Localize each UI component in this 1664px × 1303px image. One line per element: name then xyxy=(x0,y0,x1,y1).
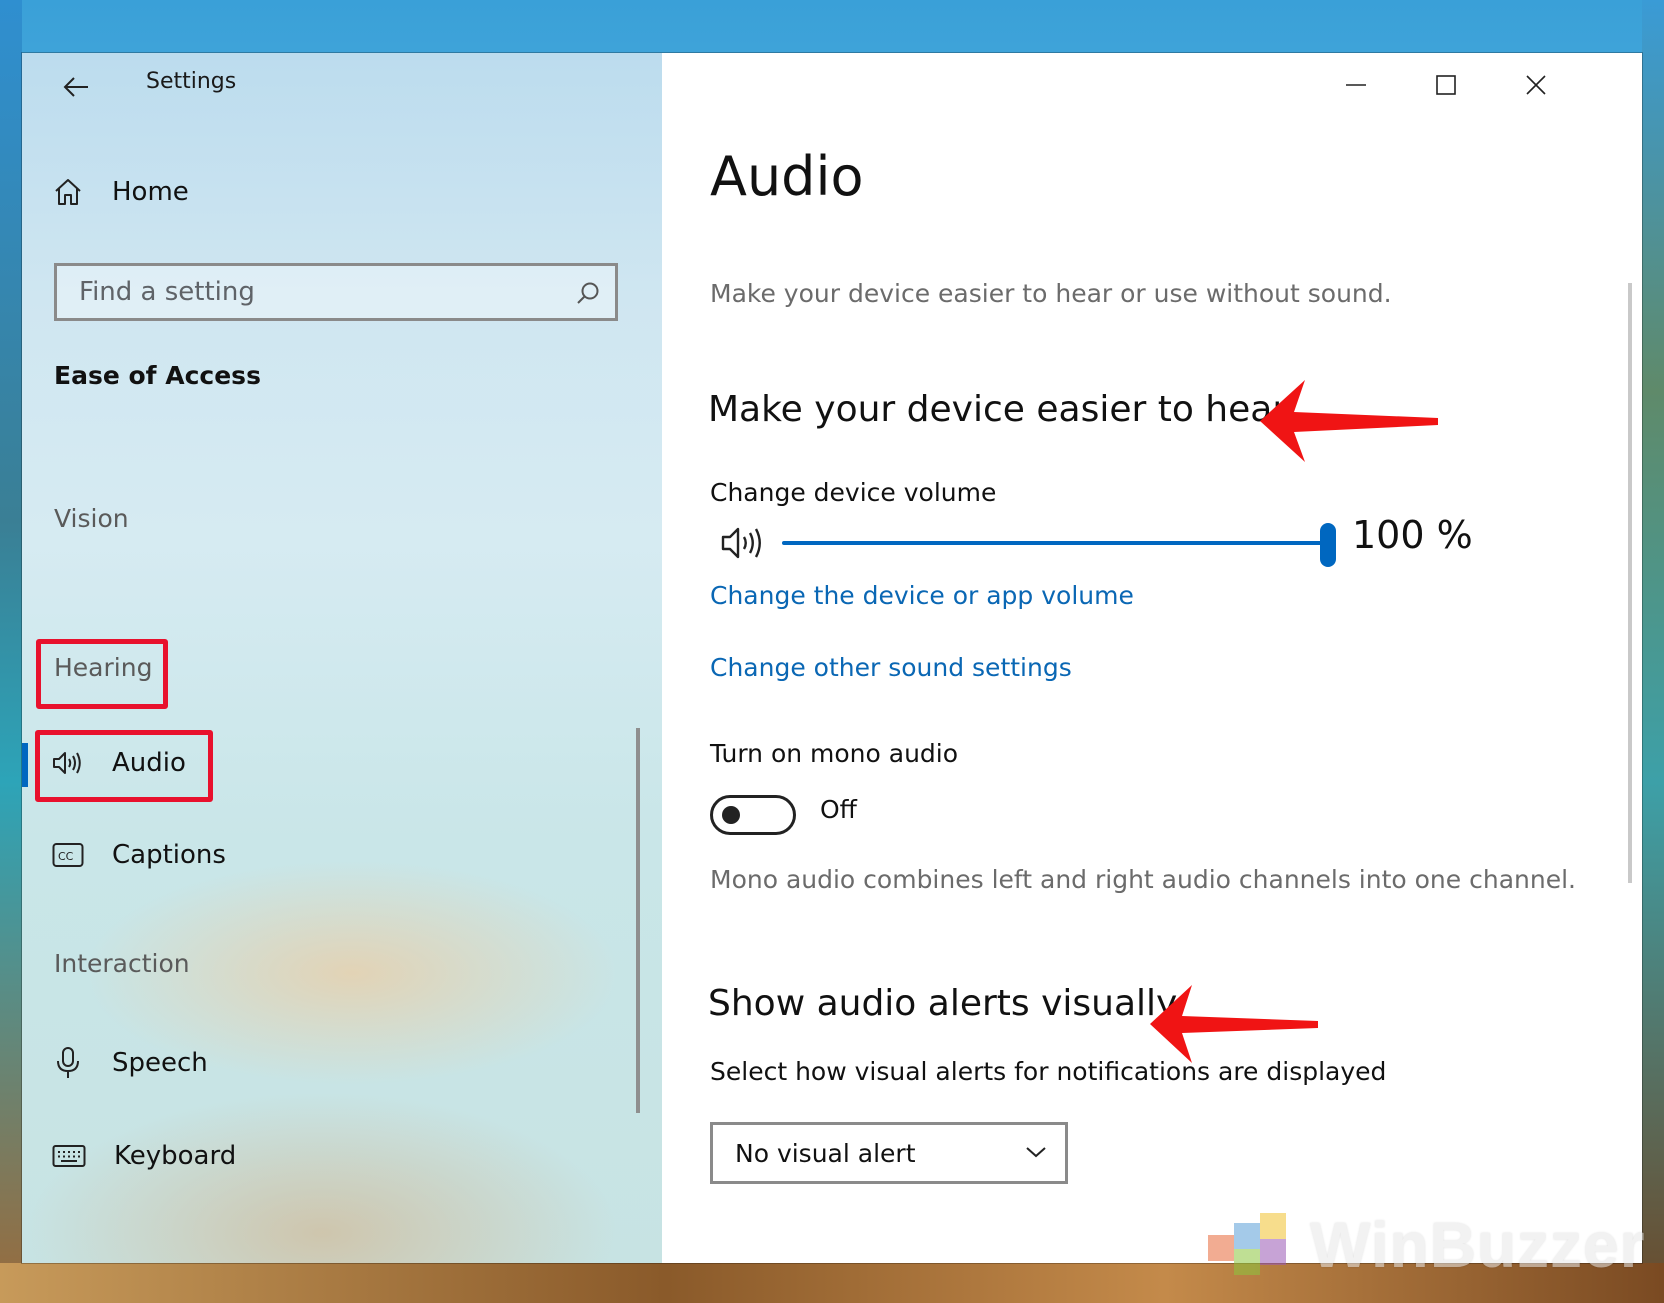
sidebar-item-home[interactable]: Home xyxy=(52,167,189,217)
volume-slider-thumb[interactable] xyxy=(1320,523,1336,567)
captions-icon: CC xyxy=(52,843,84,867)
link-other-sound-settings[interactable]: Change other sound settings xyxy=(710,653,1072,682)
sidebar-item-label: Speech xyxy=(112,1048,208,1078)
page-title: Audio xyxy=(710,145,864,208)
category-interaction: Interaction xyxy=(54,949,190,978)
watermark-text: WinBuzzer xyxy=(1310,1209,1646,1281)
search-icon[interactable] xyxy=(575,280,601,306)
winbuzzer-logo-icon xyxy=(1208,1213,1286,1275)
svg-text:CC: CC xyxy=(58,850,74,863)
close-button[interactable] xyxy=(1506,63,1566,107)
back-button[interactable] xyxy=(52,67,100,107)
category-vision: Vision xyxy=(54,504,129,533)
desktop-background-left xyxy=(0,0,22,1303)
mono-audio-state: Off xyxy=(820,795,857,824)
section-title: Ease of Access xyxy=(54,361,261,390)
section-heading-hear: Make your device easier to hear xyxy=(708,389,1288,430)
back-arrow-icon xyxy=(63,77,88,97)
sidebar-item-label: Captions xyxy=(112,840,226,870)
mono-audio-toggle[interactable] xyxy=(710,795,796,835)
selected-indicator xyxy=(22,743,28,787)
maximize-button[interactable] xyxy=(1416,63,1476,107)
settings-window: Settings Home Ease of Access Vision Hear… xyxy=(22,53,1642,1263)
sidebar: Settings Home Ease of Access Vision Hear… xyxy=(22,53,662,1263)
content-pane: Audio Make your device easier to hear or… xyxy=(662,53,1642,1263)
volume-slider-track xyxy=(782,541,1328,545)
sidebar-item-label: Home xyxy=(112,177,189,207)
highlight-box-hearing xyxy=(36,639,168,709)
desktop-background-right xyxy=(1642,0,1664,1303)
volume-value: 100 % xyxy=(1352,513,1473,557)
maximize-icon xyxy=(1436,75,1456,95)
volume-slider[interactable] xyxy=(782,519,1338,569)
minimize-button[interactable] xyxy=(1326,63,1386,107)
mono-audio-label: Turn on mono audio xyxy=(710,739,959,768)
sidebar-item-speech[interactable]: Speech xyxy=(52,1038,208,1088)
app-title: Settings xyxy=(146,69,237,94)
link-change-app-volume[interactable]: Change the device or app volume xyxy=(710,581,1134,610)
sidebar-item-captions[interactable]: CC Captions xyxy=(52,830,226,880)
annotation-arrow-icon xyxy=(1150,985,1318,1063)
annotation-arrow-icon xyxy=(1260,380,1438,462)
sidebar-scrollbar[interactable] xyxy=(636,728,640,1113)
keyboard-icon xyxy=(52,1145,86,1167)
highlight-box-audio xyxy=(35,730,213,802)
search-box[interactable] xyxy=(54,263,618,321)
home-icon xyxy=(55,179,81,205)
watermark: WinBuzzer xyxy=(1200,1205,1646,1285)
sidebar-item-keyboard[interactable]: Keyboard xyxy=(52,1131,236,1181)
sidebar-item-label: Keyboard xyxy=(114,1141,237,1171)
volume-button[interactable] xyxy=(720,523,768,567)
search-input[interactable] xyxy=(77,276,551,308)
volume-label: Change device volume xyxy=(710,478,997,507)
content-scrollbar[interactable] xyxy=(1628,283,1632,883)
speaker-icon xyxy=(721,527,761,559)
toggle-knob xyxy=(722,806,740,824)
page-description: Make your device easier to hear or use w… xyxy=(710,279,1392,308)
minimize-icon xyxy=(1346,84,1366,86)
section-heading-alerts: Show audio alerts visually xyxy=(708,983,1178,1024)
microphone-icon xyxy=(57,1047,79,1078)
visual-alert-dropdown[interactable]: No visual alert xyxy=(710,1122,1068,1184)
mono-audio-description: Mono audio combines left and right audio… xyxy=(710,865,1576,894)
dropdown-selected-value: No visual alert xyxy=(735,1138,916,1168)
close-icon xyxy=(1526,75,1546,95)
chevron-down-icon xyxy=(1026,1147,1046,1158)
